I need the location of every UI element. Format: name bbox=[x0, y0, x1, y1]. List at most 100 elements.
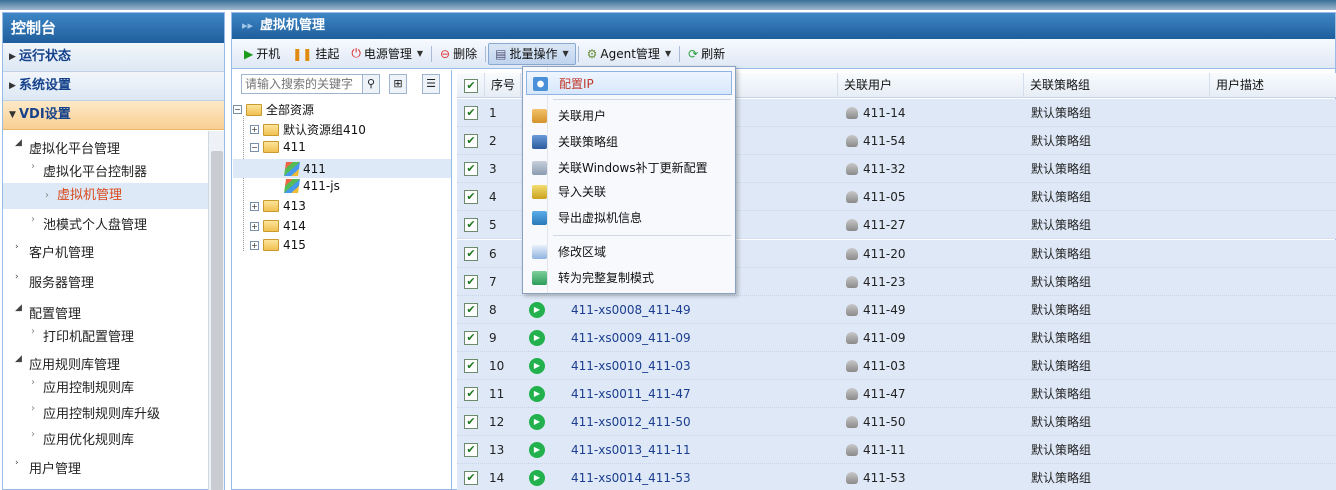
user-icon bbox=[846, 219, 858, 232]
collapse-all-icon[interactable]: ☰ bbox=[422, 74, 440, 94]
nav-item-app-optimize[interactable]: › 应用优化规则库 bbox=[31, 429, 134, 448]
cell-vm-name[interactable]: 411-xs0012_411-50 bbox=[571, 408, 691, 436]
folder-icon bbox=[246, 103, 262, 116]
cell-vm-name[interactable]: 411-xs0014_411-53 bbox=[571, 464, 691, 490]
accordion-system-settings[interactable]: ▶ 系统设置 bbox=[3, 72, 224, 101]
power-on-button[interactable]: ▶ 开机 bbox=[238, 43, 286, 65]
table-row[interactable]: ✔ 11 ▶ 411-xs0011_411-47 411-47 默认策略组 bbox=[457, 380, 1336, 408]
delete-icon: ⊖ bbox=[440, 46, 451, 61]
tree-node-415[interactable]: +415 bbox=[250, 238, 306, 252]
cell-vm-name[interactable]: 411-xs0013_411-11 bbox=[571, 436, 691, 464]
table-row[interactable]: ✔ 14 ▶ 411-xs0014_411-53 411-53 默认策略组 bbox=[457, 464, 1336, 490]
table-row[interactable]: ✔ 12 ▶ 411-xs0012_411-50 411-50 默认策略组 bbox=[457, 408, 1336, 437]
nav-item-app-control-upgrade[interactable]: › 应用控制规则库升级 bbox=[31, 403, 160, 422]
cell-seq: 11 bbox=[489, 387, 505, 401]
row-checkbox[interactable]: ✔ bbox=[464, 330, 478, 345]
nav-group-config[interactable]: ◢ 配置管理 bbox=[15, 303, 81, 322]
row-checkbox[interactable]: ✔ bbox=[464, 443, 478, 458]
row-checkbox[interactable]: ✔ bbox=[464, 134, 478, 149]
nav-group-server[interactable]: › 服务器管理 bbox=[15, 272, 94, 291]
accordion-label: VDI设置 bbox=[19, 107, 71, 122]
cell-policy: 默认策略组 bbox=[1031, 415, 1092, 430]
menu-item-full-copy[interactable]: 转为完整复制模式 bbox=[526, 266, 732, 290]
cell-vm-name[interactable]: 411-xs0011_411-47 bbox=[571, 380, 691, 408]
search-icon[interactable]: ⚲ bbox=[362, 74, 380, 94]
user-icon bbox=[846, 135, 858, 148]
header-policy[interactable]: 关联策略组 bbox=[1024, 73, 1210, 98]
nav-scrollbar[interactable] bbox=[208, 131, 224, 490]
search-input[interactable] bbox=[241, 74, 369, 94]
user-icon bbox=[846, 247, 858, 260]
menu-item-link-policy[interactable]: 关联策略组 bbox=[526, 130, 732, 154]
cell-policy: 默认策略组 bbox=[1031, 387, 1092, 401]
tree-node-411-child[interactable]: 411 bbox=[233, 159, 451, 178]
power-management-button[interactable]: ⏻ 电源管理 ▼ bbox=[345, 43, 429, 65]
table-row[interactable]: ✔ 9 ▶ 411-xs0009_411-09 411-09 默认策略组 bbox=[457, 323, 1336, 352]
agent-management-button[interactable]: ⚙ Agent管理 ▼ bbox=[581, 43, 677, 65]
cell-vm-name[interactable]: 411-xs0010_411-03 bbox=[571, 352, 691, 380]
header-seq[interactable]: 序号 bbox=[485, 73, 521, 98]
cell-vm-name[interactable]: 411-xs0009_411-09 bbox=[571, 324, 691, 352]
expand-all-icon[interactable]: ⊞ bbox=[389, 74, 407, 94]
expand-icon[interactable]: + bbox=[250, 240, 259, 250]
row-checkbox[interactable]: ✔ bbox=[464, 415, 478, 430]
collapse-icon[interactable]: − bbox=[233, 105, 242, 114]
row-checkbox[interactable]: ✔ bbox=[464, 190, 478, 205]
header-user[interactable]: 关联用户 bbox=[838, 73, 1024, 98]
select-all-checkbox[interactable]: ✔ bbox=[464, 79, 478, 93]
tree-node-414[interactable]: +414 bbox=[250, 219, 306, 233]
user-icon bbox=[846, 303, 858, 316]
menu-item-link-user[interactable]: 关联用户 bbox=[526, 104, 732, 128]
table-row[interactable]: ✔ 10 ▶ 411-xs0010_411-03 411-03 默认策略组 bbox=[457, 351, 1336, 380]
running-status-icon: ▶ bbox=[529, 470, 545, 487]
nav-item-platform-controller[interactable]: › 虚拟化平台控制器 bbox=[31, 161, 147, 180]
suspend-button[interactable]: ❚❚ 挂起 bbox=[286, 43, 345, 65]
tree-node-root[interactable]: − 全部资源 bbox=[233, 101, 314, 118]
row-checkbox[interactable]: ✔ bbox=[464, 358, 478, 373]
row-checkbox[interactable]: ✔ bbox=[464, 218, 478, 233]
batch-operation-button[interactable]: ▤ 批量操作 ▼ bbox=[488, 42, 576, 65]
delete-button[interactable]: ⊖ 删除 bbox=[434, 43, 483, 65]
header-desc[interactable]: 用户描述 bbox=[1210, 73, 1336, 98]
expand-icon[interactable]: + bbox=[250, 201, 259, 211]
table-row[interactable]: ✔ 8 ▶ 411-xs0008_411-49 411-49 默认策略组 bbox=[457, 295, 1336, 324]
cell-user: 411-20 bbox=[846, 240, 906, 268]
nav-item-app-control[interactable]: › 应用控制规则库 bbox=[31, 377, 134, 396]
expand-icon[interactable]: + bbox=[250, 125, 259, 134]
tree-node-411[interactable]: −411 bbox=[250, 140, 306, 154]
row-checkbox[interactable]: ✔ bbox=[464, 471, 478, 486]
collapse-icon[interactable]: − bbox=[250, 142, 259, 152]
row-checkbox[interactable]: ✔ bbox=[464, 302, 478, 317]
nav-group-virtualization[interactable]: ◢ 虚拟化平台管理 bbox=[15, 138, 120, 157]
accordion-running-status[interactable]: ▶ 运行状态 bbox=[3, 43, 224, 72]
menu-item-config-ip[interactable]: 配置IP bbox=[526, 71, 732, 95]
row-checkbox[interactable]: ✔ bbox=[464, 274, 478, 289]
table-row[interactable]: ✔ 13 ▶ 411-xs0013_411-11 411-11 默认策略组 bbox=[457, 436, 1336, 465]
cell-seq: 1 bbox=[489, 106, 497, 120]
accordion-vdi-settings[interactable]: ▼ VDI设置 bbox=[3, 101, 224, 130]
menu-item-windows-patch[interactable]: 关联Windows补丁更新配置 bbox=[526, 156, 732, 180]
user-icon bbox=[846, 444, 858, 457]
row-checkbox[interactable]: ✔ bbox=[464, 246, 478, 261]
nav-group-users[interactable]: › 用户管理 bbox=[15, 458, 81, 477]
cell-vm-name[interactable]: 411-xs0008_411-49 bbox=[571, 296, 691, 324]
expand-icon[interactable]: + bbox=[250, 221, 259, 231]
tree-node-411-js[interactable]: 411-js bbox=[284, 179, 340, 193]
scrollbar-thumb[interactable] bbox=[211, 151, 223, 490]
row-checkbox[interactable]: ✔ bbox=[464, 162, 478, 177]
nav-group-app-rules[interactable]: ◢ 应用规则库管理 bbox=[15, 354, 120, 373]
chevron-right-icon: › bbox=[31, 161, 35, 172]
row-checkbox[interactable]: ✔ bbox=[464, 106, 478, 120]
nav-item-pool-disk[interactable]: › 池模式个人盘管理 bbox=[31, 214, 147, 233]
nav-item-vm-management[interactable]: › 虚拟机管理 bbox=[3, 183, 208, 209]
tree-node-default-group[interactable]: + 默认资源组410 bbox=[250, 121, 366, 138]
refresh-button[interactable]: ⟳ 刷新 bbox=[682, 43, 731, 65]
menu-item-export[interactable]: 导出虚拟机信息 bbox=[526, 206, 732, 230]
cell-user: 411-32 bbox=[846, 155, 906, 183]
tree-node-413[interactable]: +413 bbox=[250, 199, 306, 213]
menu-item-import[interactable]: 导入关联 bbox=[526, 180, 732, 204]
nav-group-client[interactable]: › 客户机管理 bbox=[15, 242, 94, 261]
nav-item-printer-config[interactable]: › 打印机配置管理 bbox=[31, 326, 134, 345]
menu-item-edit-region[interactable]: 修改区域 bbox=[526, 240, 732, 264]
row-checkbox[interactable]: ✔ bbox=[464, 387, 478, 401]
